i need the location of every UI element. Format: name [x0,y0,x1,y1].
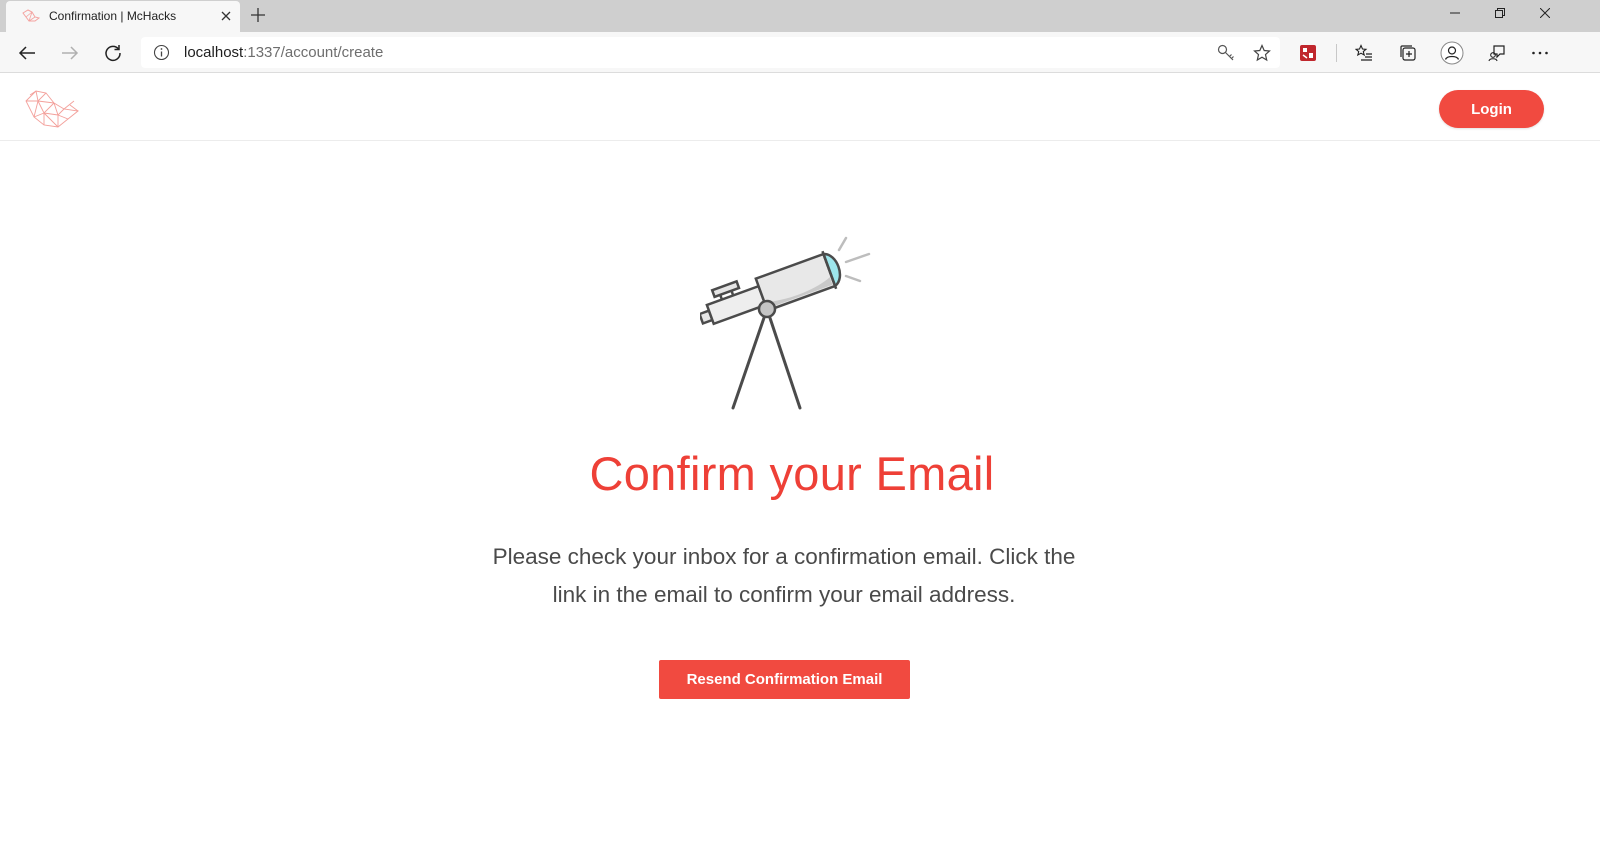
confirmation-message: Please check your inbox for a confirmati… [492,544,1076,607]
url-text: localhost:1337/account/create [184,44,383,61]
page-title: Confirm your Email [589,447,995,500]
browser-tab[interactable]: Confirmation | McHacks [6,1,240,32]
info-icon[interactable] [153,44,170,61]
url-host: localhost [184,44,244,61]
resend-confirmation-button[interactable]: Resend Confirmation Email [659,660,910,699]
favorites-list-icon[interactable] [1351,40,1377,66]
login-button[interactable]: Login [1439,90,1544,128]
site-header: Login [0,73,1600,141]
star-icon[interactable] [1249,40,1275,66]
key-icon[interactable] [1213,40,1239,66]
profile-icon[interactable] [1439,40,1465,66]
address-bar[interactable]: localhost:1337/account/create [141,37,1280,68]
browser-toolbar: localhost:1337/account/create [0,32,1600,73]
restore-icon[interactable] [1477,0,1523,26]
telescope-illustration [700,236,871,410]
collections-icon[interactable] [1395,40,1421,66]
extension-icon[interactable] [1295,40,1321,66]
minimize-icon[interactable] [1432,0,1478,26]
url-path: :1337/account/create [243,44,384,61]
more-icon[interactable] [1527,40,1553,66]
plus-icon[interactable] [248,5,268,25]
feedback-icon[interactable] [1484,40,1510,66]
toolbar-separator [1336,44,1337,62]
mchacks-bird-logo[interactable] [24,87,80,129]
forward-arrow-icon[interactable] [57,40,83,66]
back-arrow-icon[interactable] [14,40,40,66]
close-icon[interactable] [218,8,234,24]
tab-title: Confirmation | McHacks [49,9,177,23]
refresh-icon[interactable] [100,40,126,66]
browser-tab-bar: Confirmation | McHacks [0,0,1600,32]
mchacks-bird-icon [22,9,40,22]
window-close-icon[interactable] [1522,0,1568,26]
